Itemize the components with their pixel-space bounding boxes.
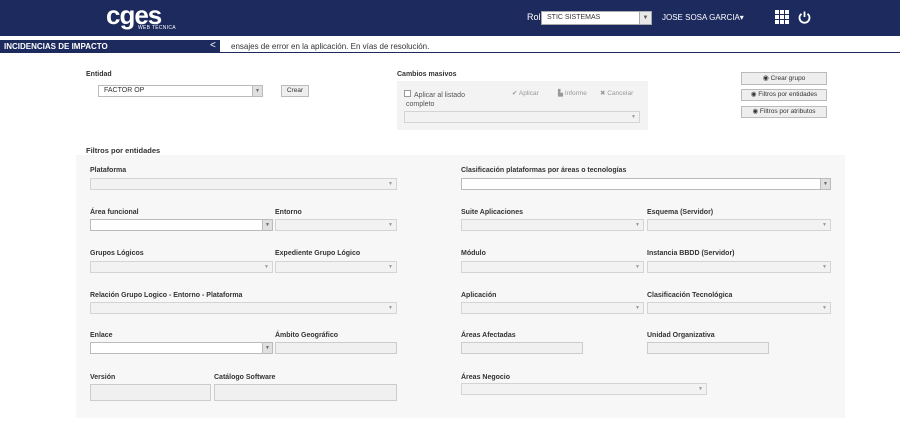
power-icon[interactable] (797, 10, 812, 25)
rol-select[interactable]: STIC SISTEMAS ▼ (541, 11, 652, 25)
grupos-logicos-label: Grupos Lógicos (90, 250, 144, 257)
chevron-down-icon: ▼ (252, 86, 262, 96)
chevron-down-icon: ▼ (820, 179, 830, 189)
eye-icon: ◉ (750, 91, 757, 98)
clasificacion-plataformas-label: Clasificación plataformas por áreas o te… (461, 167, 627, 174)
version-field[interactable] (90, 384, 211, 401)
esquema-servidor-label: Esquema (Servidor) (647, 209, 714, 216)
chevron-down-icon: ▼ (388, 305, 393, 311)
aplicar-button[interactable]: ✔ Aplicar (512, 89, 539, 97)
plataforma-select[interactable]: ▼ (90, 178, 397, 190)
chevron-left-icon[interactable]: < (210, 40, 216, 52)
eye-icon: ◉ (752, 108, 759, 115)
suite-aplicaciones-select[interactable]: ▼ (461, 219, 644, 231)
chevron-down-icon: ▼ (635, 305, 640, 311)
clasificacion-plataformas-select[interactable]: ▼ (461, 178, 831, 190)
entorno-label: Entorno (275, 209, 302, 216)
chevron-down-icon: ▼ (262, 343, 272, 353)
areas-negocio-select[interactable]: ▼ (461, 383, 707, 395)
cambios-masivos-select[interactable]: ▼ (404, 111, 640, 123)
cancelar-button[interactable]: ✖ Cancelar (600, 89, 633, 97)
chevron-down-icon: ▼ (635, 264, 640, 270)
unidad-organizativa-field[interactable] (647, 342, 769, 354)
chevron-down-icon: ▼ (388, 181, 393, 187)
crear-button[interactable]: Crear (281, 85, 309, 97)
enlace-select[interactable]: ▼ (90, 342, 273, 354)
area-funcional-select[interactable]: ▼ (90, 219, 273, 231)
esquema-servidor-select[interactable]: ▼ (647, 219, 831, 231)
ambito-geografico-field[interactable] (275, 342, 397, 354)
clasificacion-tecnologica-label: Clasificación Tecnológica (647, 292, 733, 299)
chevron-down-icon: ▼ (264, 264, 269, 270)
rol-select-value: STIC SISTEMAS (547, 14, 601, 21)
aplicacion-select[interactable]: ▼ (461, 302, 644, 314)
chevron-down-icon: ▼ (388, 264, 393, 270)
chevron-down-icon: ▼ (822, 222, 827, 228)
instancia-bbdd-select[interactable]: ▼ (647, 261, 831, 273)
apps-grid-icon[interactable] (775, 10, 789, 24)
areas-afectadas-field[interactable] (461, 342, 583, 354)
areas-afectadas-label: Áreas Afectadas (461, 332, 516, 339)
filtros-entidades-label: Filtros por entidades (758, 91, 818, 98)
filtros-title: Filtros por entidades (86, 146, 161, 155)
filtros-atributos-label: Filtros por atributos (759, 108, 816, 115)
cambios-masivos-panel: Aplicar al listado completo ✔ Aplicar ▙ … (397, 81, 648, 130)
expediente-grupo-logico-label: Expediente Grupo Lógico (275, 250, 361, 257)
informe-label: Informe (564, 90, 587, 97)
document-icon: ▙ (558, 90, 563, 97)
suite-aplicaciones-label: Suite Aplicaciones (461, 209, 523, 216)
clasificacion-tecnologica-select[interactable]: ▼ (647, 302, 831, 314)
chevron-down-icon: ▼ (388, 222, 393, 228)
area-funcional-label: Área funcional (90, 209, 139, 216)
aplicacion-label: Aplicación (461, 292, 497, 299)
filtros-entidades-button[interactable]: ◉ Filtros por entidades (741, 89, 827, 101)
banner-title: INCIDENCIAS DE IMPACTO (0, 40, 220, 53)
chevron-down-icon: ▼ (698, 386, 703, 392)
entorno-select[interactable]: ▼ (275, 219, 397, 231)
relacion-grupo-select[interactable]: ▼ (90, 302, 397, 314)
logo-subtitle: WEB TÉCNICA (138, 25, 176, 31)
user-icon: ◉ (762, 75, 769, 82)
areas-negocio-label: Áreas Negocio (461, 374, 511, 381)
catalogo-software-label: Catálogo Software (214, 374, 276, 381)
enlace-label: Enlace (90, 332, 113, 339)
version-label: Versión (90, 374, 116, 381)
chevron-down-icon: ▼ (822, 305, 827, 311)
ambito-geografico-label: Ámbito Geográfico (275, 332, 339, 339)
informe-button[interactable]: ▙ Informe (558, 89, 587, 97)
top-header: cges WEB TÉCNICA Rol: STIC SISTEMAS ▼ JO… (0, 0, 900, 36)
unidad-organizativa-label: Unidad Organizativa (647, 332, 715, 339)
cges-logo[interactable]: cges WEB TÉCNICA (106, 0, 186, 33)
chevron-down-icon: ▼ (635, 222, 640, 228)
entidad-label: Entidad (86, 71, 112, 78)
entidad-select[interactable]: FACTOR OP ▼ (98, 85, 263, 97)
plataforma-label: Plataforma (90, 167, 127, 174)
instancia-bbdd-label: Instancia BBDD (Servidor) (647, 250, 735, 257)
news-banner: INCIDENCIAS DE IMPACTO < ensajes de erro… (0, 40, 900, 53)
chevron-down-icon: ▼ (639, 12, 651, 24)
entidad-value: FACTOR OP (104, 87, 145, 94)
user-menu[interactable]: JOSE SOSA GARCIA▾ (662, 13, 744, 22)
cambios-masivos-title: Cambios masivos (397, 71, 457, 78)
grupos-logicos-select[interactable]: ▼ (90, 261, 273, 273)
expediente-grupo-logico-select[interactable]: ▼ (275, 261, 397, 273)
modulo-select[interactable]: ▼ (461, 261, 644, 273)
relacion-grupo-label: Relación Grupo Logico - Entorno - Plataf… (90, 292, 243, 299)
chevron-down-icon: ▼ (262, 220, 272, 230)
crear-grupo-button[interactable]: ◉ Crear grupo (741, 72, 827, 85)
chevron-down-icon: ▼ (631, 114, 636, 120)
banner-message: ensajes de error en la aplicación. En ví… (231, 42, 430, 51)
modulo-label: Módulo (461, 250, 486, 257)
catalogo-software-field[interactable] (214, 384, 397, 401)
aplicar-listado-label: Aplicar al listado completo (406, 92, 465, 108)
crear-grupo-label: Crear grupo (770, 75, 806, 82)
filtros-atributos-button[interactable]: ◉ Filtros por atributos (741, 106, 827, 118)
chevron-down-icon: ▼ (822, 264, 827, 270)
